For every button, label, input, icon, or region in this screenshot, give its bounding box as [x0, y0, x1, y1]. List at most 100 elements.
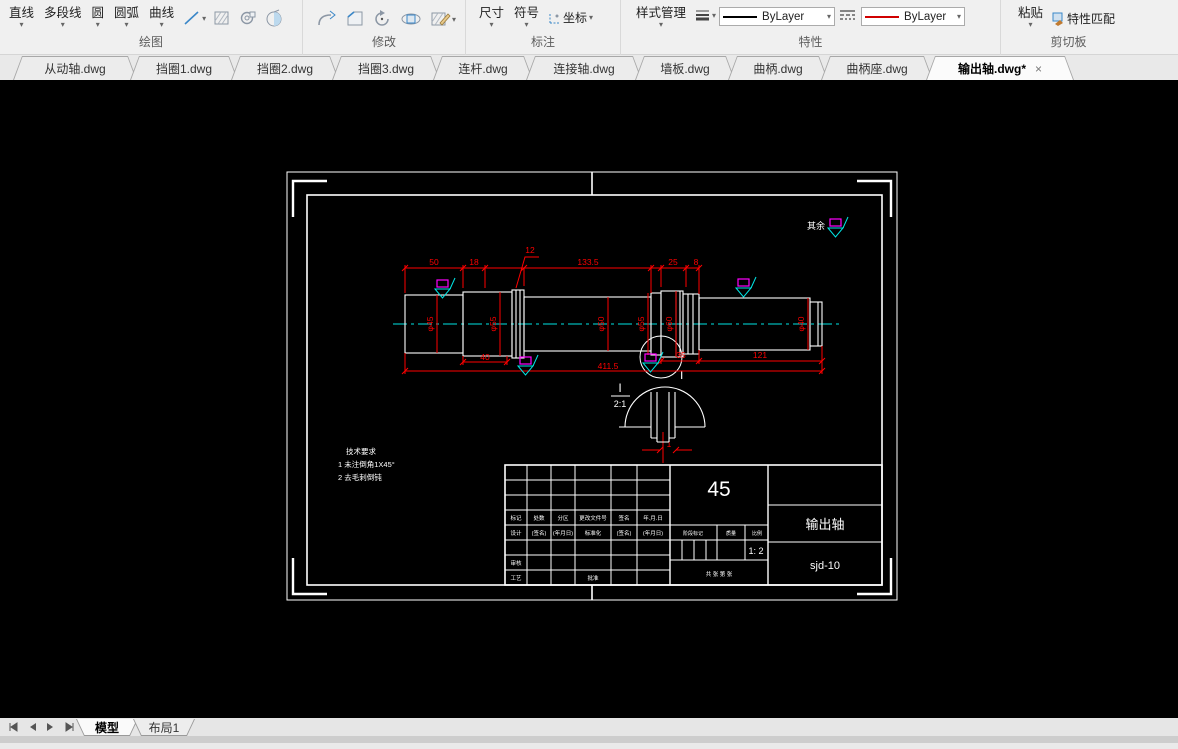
- chevron-down-icon: ▾: [60, 20, 65, 29]
- curve-button[interactable]: 曲线 ▾: [144, 1, 179, 29]
- dim-text: 133.5: [577, 257, 599, 267]
- tab-file-2[interactable]: 挡圈2.dwg: [231, 56, 339, 80]
- spline-button[interactable]: ▾: [179, 7, 209, 29]
- group-label-draw: 绘图: [138, 35, 163, 49]
- ribbon-group-clipboard: 粘贴 ▾ 特性匹配 剪切板: [1001, 0, 1136, 55]
- tab-file-1[interactable]: 挡圈1.dwg: [130, 56, 238, 80]
- chevron-down-icon: ▾: [712, 10, 717, 20]
- color-swatch-line: [723, 15, 758, 18]
- diameter-text: φ55: [488, 316, 498, 331]
- detail-view-label: I 2:1: [611, 381, 630, 409]
- coordinate-button[interactable]: 坐标 ▾: [544, 9, 596, 26]
- hatch-button[interactable]: [209, 7, 235, 29]
- tab-model[interactable]: 模型: [76, 719, 138, 736]
- line-button[interactable]: 直线 ▾: [4, 1, 39, 29]
- diameter-text: φ50: [596, 316, 606, 331]
- line-label: 直线: [9, 6, 35, 20]
- tab-file-0[interactable]: 从动轴.dwg: [13, 56, 137, 80]
- fillet-button[interactable]: [313, 7, 341, 31]
- last-tab-icon[interactable]: [64, 722, 75, 732]
- svg-text:标记: 标记: [510, 514, 522, 522]
- dimension-button[interactable]: 尺寸 ▾: [474, 1, 509, 29]
- status-strip-lower: [0, 743, 1178, 749]
- ribbon-toolbar: 直线 ▾ 多段线 ▾ 圆 ▾ 圆弧 ▾ 曲线 ▾ ▾ 绘图 ▾ 修改 尺寸 ▾ …: [0, 0, 1178, 55]
- polyline-button[interactable]: 多段线 ▾: [39, 1, 87, 29]
- paste-button[interactable]: 粘贴 ▾: [1013, 1, 1048, 29]
- layout-tab-bar: 模型 布局1: [0, 718, 1178, 736]
- dim-text: 8: [694, 257, 699, 267]
- rotate-icon: [375, 10, 389, 26]
- chamfer-button[interactable]: [341, 7, 369, 31]
- svg-text:阶段标记: 阶段标记: [683, 530, 703, 537]
- svg-text:比例: 比例: [752, 530, 762, 537]
- style-manager-button[interactable]: 样式管理 ▾: [631, 1, 691, 29]
- rotate-button[interactable]: [369, 7, 397, 31]
- lineweight-button[interactable]: ▾: [691, 6, 719, 24]
- svg-text:共 张 第 张: 共 张 第 张: [706, 570, 733, 578]
- status-strip: [0, 736, 1178, 743]
- group-label-annotate: 标注: [530, 35, 555, 49]
- close-icon[interactable]: ×: [1035, 62, 1042, 76]
- first-tab-icon[interactable]: [8, 722, 19, 732]
- color-select[interactable]: ByLayer ▾: [719, 7, 836, 26]
- file-tab-bar: 从动轴.dwg 挡圈1.dwg 挡圈2.dwg 挡圈3.dwg 连杆.dwg 连…: [0, 55, 1178, 80]
- ribbon-group-modify: ▾ 修改: [303, 0, 466, 55]
- tab-file-3[interactable]: 挡圈3.dwg: [332, 56, 440, 80]
- hatch-icon: [214, 11, 229, 25]
- svg-text:批准: 批准: [587, 574, 599, 582]
- svg-text:年.月.日: 年.月.日: [643, 514, 663, 522]
- tab-file-5[interactable]: 连接轴.dwg: [526, 56, 642, 80]
- tab-file-4[interactable]: 连杆.dwg: [433, 56, 533, 80]
- match-properties-icon: [1052, 12, 1064, 26]
- layout-nav-buttons: [0, 718, 81, 736]
- dimension-lines: [401, 256, 826, 463]
- dim-text: 18: [469, 257, 479, 267]
- svg-text:设计: 设计: [510, 529, 522, 537]
- orbit-button[interactable]: [397, 7, 427, 31]
- linetype-select[interactable]: ByLayer ▾: [861, 7, 966, 26]
- chamfer-icon: [347, 11, 363, 26]
- svg-text:分区: 分区: [557, 514, 569, 522]
- chevron-down-icon: ▾: [827, 12, 832, 21]
- dim-text: 50: [429, 257, 439, 267]
- drawing-canvas[interactable]: I 50 18 12 133.5 25 8 40 35 121 411.5 1 …: [0, 80, 1178, 718]
- color-value: ByLayer: [762, 10, 805, 23]
- match-properties-button[interactable]: 特性匹配: [1048, 10, 1118, 27]
- chevron-down-icon: ▾: [452, 14, 457, 24]
- svg-text:(签名): (签名): [532, 529, 547, 537]
- technical-notes: 技术要求 1 未注倒角1X45° 2 去毛刺倒钝: [338, 446, 395, 482]
- part-name: 输出轴: [805, 517, 844, 532]
- svg-text:(年月日): (年月日): [643, 529, 663, 537]
- tab-file-6[interactable]: 墙板.dwg: [635, 56, 735, 80]
- drawing-area[interactable]: I 50 18 12 133.5 25 8 40 35 121 411.5 1 …: [0, 80, 1178, 718]
- scale-value: 1: 2: [748, 546, 763, 556]
- circle-button[interactable]: 圆 ▾: [87, 1, 110, 29]
- tab-layout1[interactable]: 布局1: [133, 719, 195, 736]
- dim-text: 121: [753, 350, 767, 360]
- diameter-text: φ60: [664, 316, 674, 331]
- gradient-button[interactable]: [261, 7, 287, 29]
- tab-file-active[interactable]: 输出轴.dwg* ×: [926, 56, 1074, 80]
- edit-hatch-button[interactable]: ▾: [427, 7, 459, 31]
- other-surfaces-note: 其余: [807, 220, 825, 231]
- region-button[interactable]: [235, 7, 261, 29]
- material-label: 45: [707, 478, 730, 501]
- tab-file-8[interactable]: 曲柄座.dwg: [821, 56, 933, 80]
- svg-text:审核: 审核: [510, 559, 522, 567]
- svg-text:I: I: [618, 381, 621, 395]
- diameter-text: φ45: [425, 316, 435, 331]
- tab-file-7[interactable]: 曲柄.dwg: [728, 56, 828, 80]
- linetype-button[interactable]: [835, 6, 861, 24]
- arc-button[interactable]: 圆弧 ▾: [109, 1, 144, 29]
- chevron-down-icon: ▾: [489, 20, 494, 29]
- detail-mark-label: I: [680, 368, 683, 382]
- prev-tab-icon[interactable]: [28, 722, 37, 732]
- svg-text:2:1: 2:1: [614, 399, 627, 409]
- dim-text: 25: [668, 257, 678, 267]
- next-tab-icon[interactable]: [46, 722, 55, 732]
- svg-text:技术要求: 技术要求: [346, 446, 376, 456]
- diameter-text: φ55: [636, 316, 646, 331]
- symbol-button[interactable]: 符号 ▾: [509, 1, 544, 29]
- ribbon-group-draw: 直线 ▾ 多段线 ▾ 圆 ▾ 圆弧 ▾ 曲线 ▾ ▾ 绘图: [0, 0, 303, 55]
- svg-text:更改文件号: 更改文件号: [579, 514, 607, 522]
